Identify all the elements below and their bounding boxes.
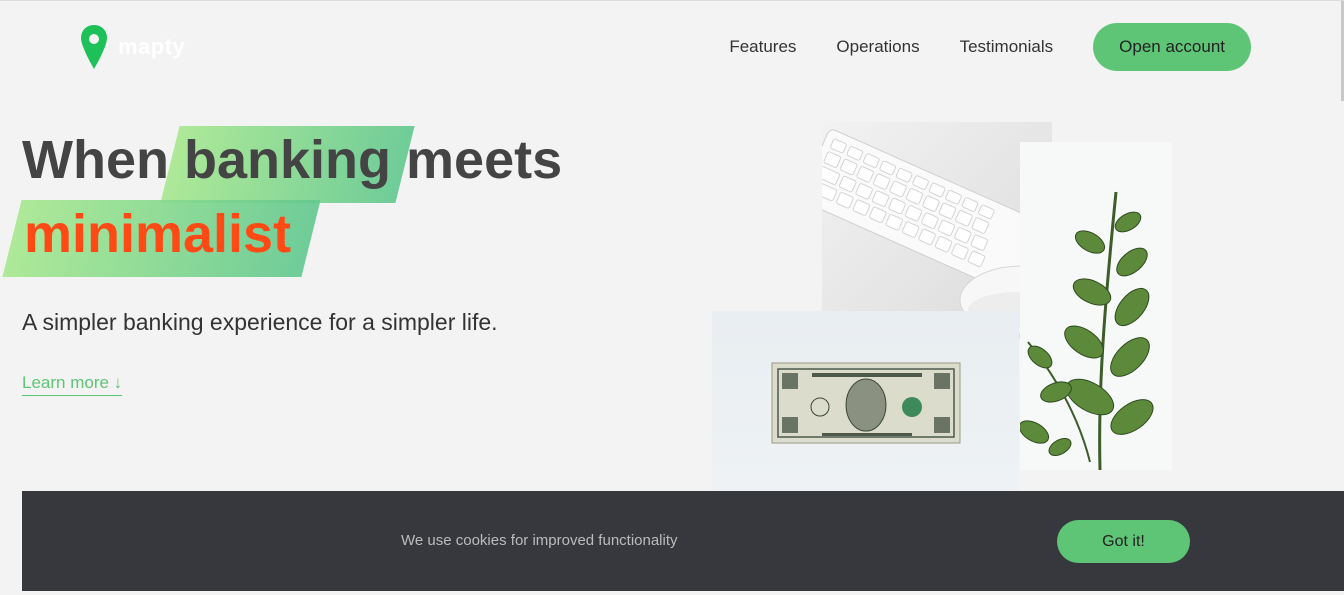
nav-link-features[interactable]: Features bbox=[729, 37, 796, 57]
hero-word-meets: meets bbox=[406, 130, 563, 190]
hero-highlight-banking: banking bbox=[184, 123, 391, 197]
dollar-photo bbox=[712, 311, 1019, 492]
learn-more-link[interactable]: Learn more ↓ bbox=[22, 373, 123, 396]
hero-title: When banking meets minimalist bbox=[22, 123, 562, 271]
logo-text: mapty bbox=[118, 34, 186, 59]
nav-link-operations[interactable]: Operations bbox=[836, 37, 919, 57]
open-account-button[interactable]: Open account bbox=[1093, 23, 1251, 71]
hero-subtitle: A simpler banking experience for a simpl… bbox=[22, 309, 498, 335]
keyboard-photo bbox=[822, 122, 1052, 338]
cookie-banner: We use cookies for improved functionalit… bbox=[22, 491, 1344, 591]
nav-link-testimonials[interactable]: Testimonials bbox=[960, 37, 1054, 57]
hero-image bbox=[712, 122, 1172, 492]
page: mapty Features Operations Testimonials O… bbox=[0, 0, 1344, 595]
hero-highlight-minimalist: minimalist bbox=[24, 197, 291, 271]
cookie-message: We use cookies for improved functionalit… bbox=[401, 532, 678, 549]
hero-word-when: When bbox=[22, 130, 169, 190]
hero-title-line2: minimalist bbox=[22, 197, 562, 271]
cookie-accept-button[interactable]: Got it! bbox=[1057, 520, 1190, 563]
map-pin-icon bbox=[80, 23, 108, 71]
plant-photo bbox=[1020, 142, 1172, 470]
main-nav: Features Operations Testimonials Open ac… bbox=[729, 23, 1251, 71]
hero-title-line1: When banking meets bbox=[22, 123, 562, 197]
logo[interactable]: mapty bbox=[80, 23, 185, 71]
